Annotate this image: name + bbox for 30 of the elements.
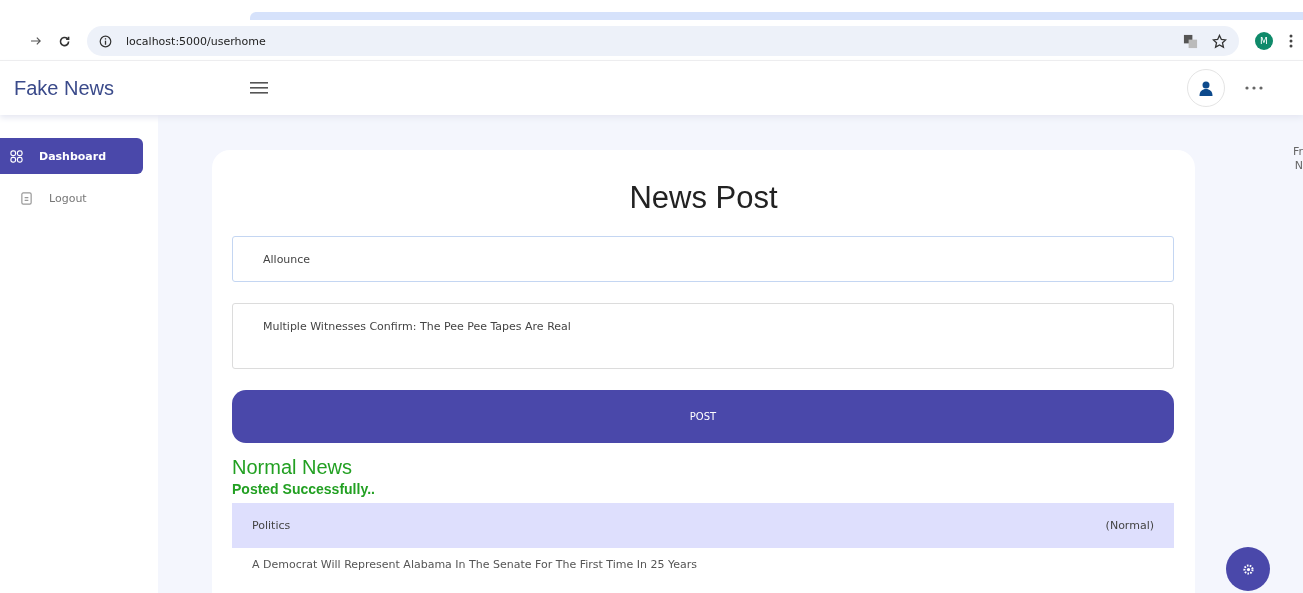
title-field[interactable]: Allounce — [232, 236, 1174, 282]
info-icon[interactable] — [99, 34, 112, 48]
forward-icon[interactable] — [30, 36, 42, 46]
reload-icon[interactable] — [58, 34, 71, 48]
success-message: Posted Successfully.. — [232, 481, 376, 497]
grid-icon — [10, 149, 23, 163]
menu-icon[interactable] — [1289, 34, 1293, 48]
sidebar-item[interactable]: Logout — [10, 180, 143, 216]
menu-icon[interactable] — [250, 82, 268, 94]
star-icon[interactable] — [1212, 33, 1227, 49]
address-bar[interactable]: localhost:5000/userhome — [87, 26, 1239, 56]
profile-avatar[interactable]: M — [1255, 32, 1273, 50]
form-title: News Post — [628, 180, 779, 216]
app-title: Fake News — [14, 76, 116, 100]
result-label: Normal News — [232, 456, 354, 479]
settings-icon — [1241, 562, 1255, 576]
panel-text: N — [1294, 159, 1303, 173]
person-icon — [1198, 80, 1214, 96]
settings-button[interactable] — [1226, 547, 1270, 591]
sidebar-item[interactable]: Dashboard — [0, 138, 143, 174]
panel-text: Fr — [1292, 145, 1303, 159]
category-text: Politics — [252, 519, 291, 532]
content-field[interactable]: Multiple Witnesses Confirm: The Pee Pee Tapes Are Real — [232, 303, 1174, 369]
post-button[interactable]: POST — [232, 390, 1174, 443]
translate-icon[interactable] — [1183, 33, 1198, 49]
headline-text: A Democrat Will Represent Alabama In The Senate For The First Time In 25 Years — [251, 557, 698, 571]
more-icon[interactable] — [1245, 86, 1263, 90]
status-text: (Normal) — [1105, 519, 1154, 532]
document-icon — [20, 191, 33, 205]
url-text: localhost:5000/userhome — [126, 34, 266, 48]
